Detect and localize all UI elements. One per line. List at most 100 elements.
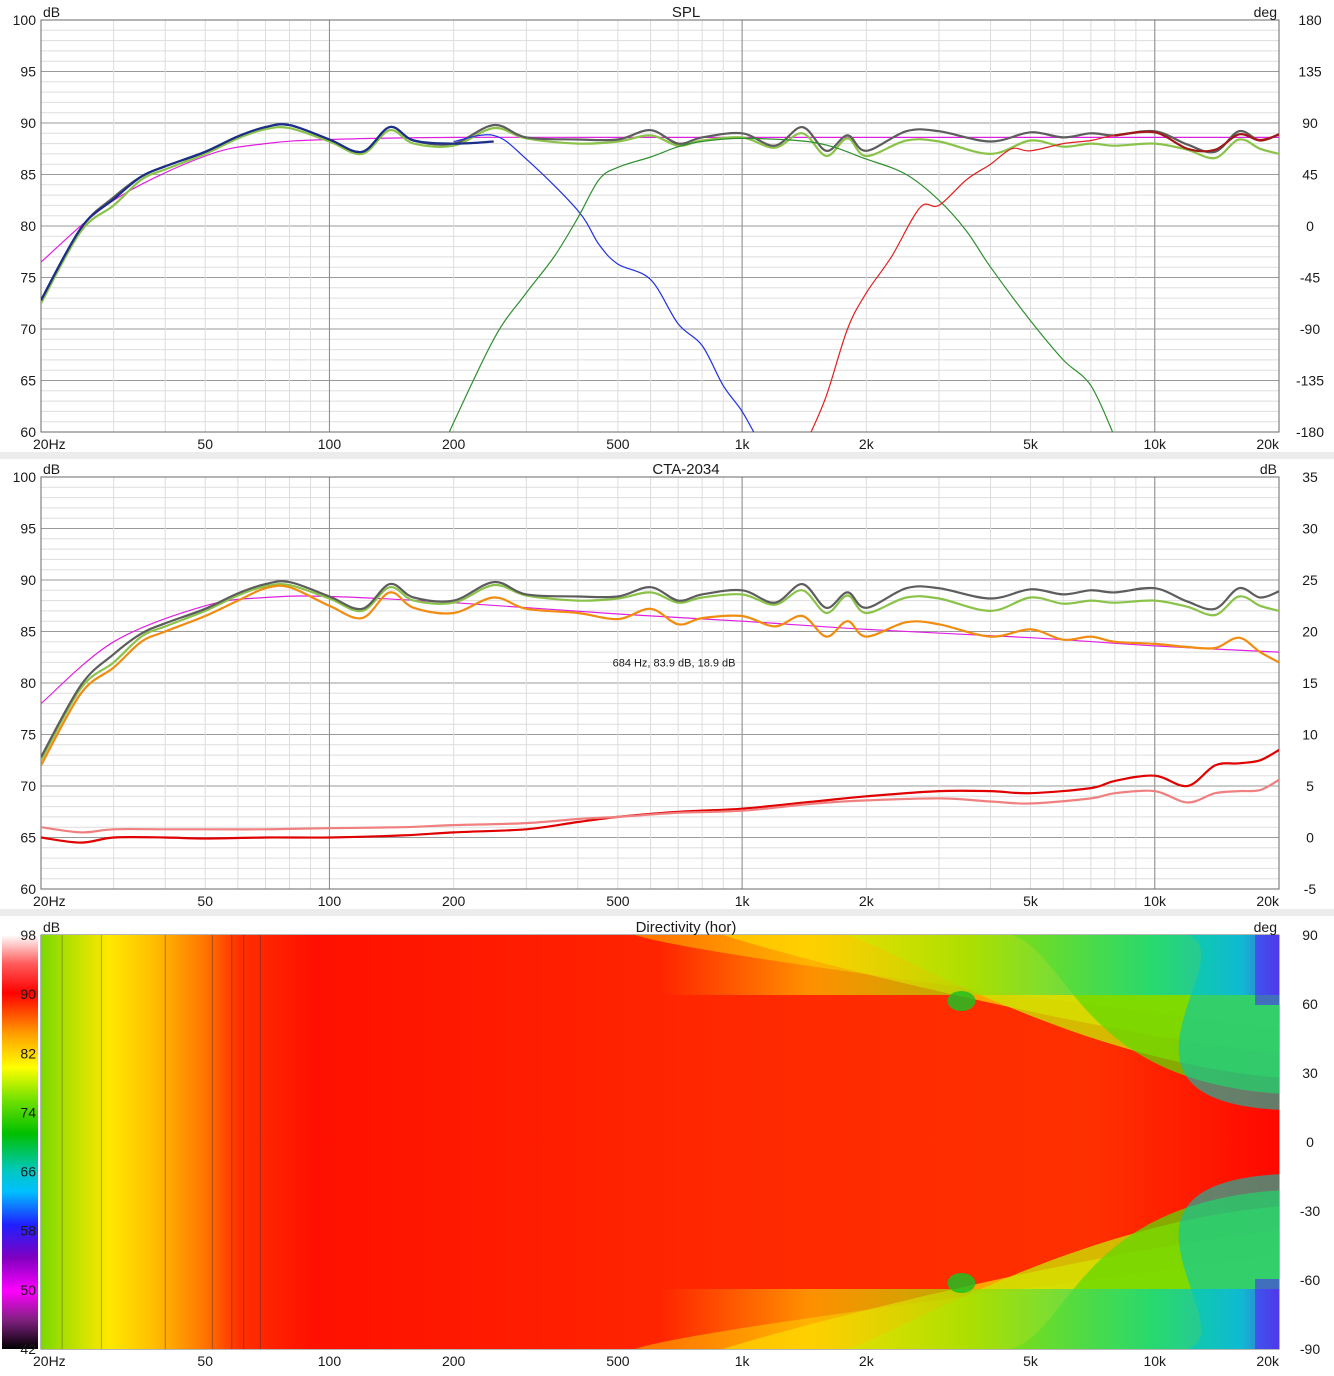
y-tick-label: 90 bbox=[20, 986, 36, 1002]
y2-axis-unit-label: dB bbox=[1260, 461, 1277, 477]
x-tick-label: 10k bbox=[1143, 1353, 1167, 1369]
y2-tick-label: 60 bbox=[1302, 996, 1318, 1012]
chart-canvas: SPLdB deg100959085807570656018013590450-4… bbox=[0, 4, 1334, 1369]
series-line-green bbox=[448, 137, 1114, 432]
y-tick-label: 75 bbox=[20, 270, 36, 286]
y-tick-label: 100 bbox=[13, 469, 37, 485]
x-tick-label: 500 bbox=[606, 893, 630, 909]
y-tick-label: 75 bbox=[20, 727, 36, 743]
x-tick-label: 200 bbox=[442, 436, 466, 452]
y-tick-label: 98 bbox=[20, 927, 36, 943]
x-tick-label: 2k bbox=[859, 1353, 875, 1369]
chart-title: SPL bbox=[672, 4, 700, 21]
y2-tick-label: -30 bbox=[1300, 1203, 1320, 1219]
y2-tick-label: 30 bbox=[1302, 1065, 1318, 1081]
x-tick-label: 2k bbox=[859, 436, 875, 452]
x-tick-label: 5k bbox=[1023, 436, 1039, 452]
y-tick-label: 95 bbox=[20, 64, 36, 80]
y2-tick-label: 5 bbox=[1306, 778, 1314, 794]
heatmap-lobe bbox=[947, 991, 976, 1011]
y2-axis-unit-label: deg bbox=[1254, 919, 1277, 935]
y-tick-label: 80 bbox=[20, 218, 36, 234]
y2-tick-label: -135 bbox=[1296, 373, 1324, 389]
y-tick-label: 70 bbox=[20, 321, 36, 337]
y-tick-label: 85 bbox=[20, 624, 36, 640]
x-tick-label: 20k bbox=[1256, 1353, 1280, 1369]
x-tick-label: 200 bbox=[442, 893, 466, 909]
directivity-heatmap bbox=[2, 935, 1279, 1349]
y2-tick-label: 20 bbox=[1302, 624, 1318, 640]
y-axis-unit-label: dB bbox=[43, 4, 60, 20]
x-tick-label: 500 bbox=[606, 1353, 630, 1369]
x-tick-label: 20k bbox=[1256, 436, 1280, 452]
y2-tick-label: 135 bbox=[1298, 64, 1322, 80]
grid-panel-2 bbox=[40, 476, 1280, 890]
x-tick-label: 20Hz bbox=[33, 893, 66, 909]
y-tick-label: 66 bbox=[20, 1164, 36, 1180]
y-tick-label: 58 bbox=[20, 1223, 36, 1239]
y2-axis-unit-label: deg bbox=[1254, 4, 1277, 20]
y-tick-label: 70 bbox=[20, 778, 36, 794]
x-tick-label: 20Hz bbox=[33, 1353, 66, 1369]
y-tick-label: 90 bbox=[20, 115, 36, 131]
y-tick-label: 50 bbox=[20, 1282, 36, 1298]
series-group bbox=[41, 123, 1279, 432]
y-tick-label: 85 bbox=[20, 167, 36, 183]
y2-tick-label: 10 bbox=[1302, 727, 1318, 743]
series-line-navy bbox=[41, 123, 494, 301]
y-tick-label: 74 bbox=[20, 1104, 36, 1120]
y-axis-unit-label: dB bbox=[43, 919, 60, 935]
x-tick-label: 10k bbox=[1143, 893, 1167, 909]
panel-separator bbox=[0, 909, 1334, 916]
y2-tick-label: 30 bbox=[1302, 521, 1318, 537]
y-axis-unit-label: dB bbox=[43, 461, 60, 477]
y-tick-label: 65 bbox=[20, 830, 36, 846]
y-tick-label: 80 bbox=[20, 675, 36, 691]
y2-tick-label: 15 bbox=[1302, 675, 1318, 691]
y2-tick-label: 90 bbox=[1302, 927, 1318, 943]
y2-tick-label: -5 bbox=[1304, 881, 1317, 897]
y-tick-label: 82 bbox=[20, 1045, 36, 1061]
series-line-blue bbox=[453, 134, 755, 432]
x-tick-label: 1k bbox=[735, 893, 751, 909]
x-tick-label: 50 bbox=[197, 436, 213, 452]
x-tick-label: 5k bbox=[1023, 893, 1039, 909]
y2-tick-label: 25 bbox=[1302, 572, 1318, 588]
y-tick-label: 65 bbox=[20, 373, 36, 389]
y2-tick-label: -90 bbox=[1300, 1341, 1320, 1357]
x-tick-label: 200 bbox=[442, 1353, 466, 1369]
x-tick-label: 100 bbox=[318, 893, 342, 909]
x-tick-label: 1k bbox=[735, 1353, 751, 1369]
heatmap-lobe bbox=[947, 1273, 976, 1293]
y2-tick-label: -60 bbox=[1300, 1272, 1320, 1288]
grid-panel-1 bbox=[40, 19, 1280, 433]
x-tick-label: 10k bbox=[1143, 436, 1167, 452]
x-tick-label: 1k bbox=[735, 436, 751, 452]
y-tick-label: 90 bbox=[20, 572, 36, 588]
x-tick-label: 50 bbox=[197, 1353, 213, 1369]
y-tick-label: 100 bbox=[13, 12, 37, 28]
x-tick-label: 2k bbox=[859, 893, 875, 909]
cursor-annotation: 684 Hz, 83.9 dB, 18.9 dB bbox=[613, 657, 736, 669]
chart-title: Directivity (hor) bbox=[636, 919, 737, 936]
y2-tick-label: 180 bbox=[1298, 12, 1322, 28]
y2-tick-label: -90 bbox=[1300, 321, 1320, 337]
chart-title: CTA-2034 bbox=[652, 461, 719, 478]
y2-tick-label: 45 bbox=[1302, 167, 1318, 183]
x-tick-label: 100 bbox=[318, 1353, 342, 1369]
x-tick-label: 500 bbox=[606, 436, 630, 452]
y2-tick-label: 0 bbox=[1306, 1134, 1314, 1150]
panel-separator bbox=[0, 452, 1334, 459]
x-tick-label: 50 bbox=[197, 893, 213, 909]
y2-tick-label: 0 bbox=[1306, 830, 1314, 846]
y2-tick-label: 90 bbox=[1302, 115, 1318, 131]
y2-tick-label: 35 bbox=[1302, 469, 1318, 485]
series-group bbox=[41, 580, 1279, 844]
x-tick-label: 100 bbox=[318, 436, 342, 452]
x-tick-label: 20Hz bbox=[33, 436, 66, 452]
y-tick-label: 95 bbox=[20, 521, 36, 537]
y2-tick-label: -180 bbox=[1296, 424, 1324, 440]
series-line-orange bbox=[41, 584, 1279, 766]
y2-tick-label: -45 bbox=[1300, 270, 1320, 286]
y2-tick-label: 0 bbox=[1306, 218, 1314, 234]
